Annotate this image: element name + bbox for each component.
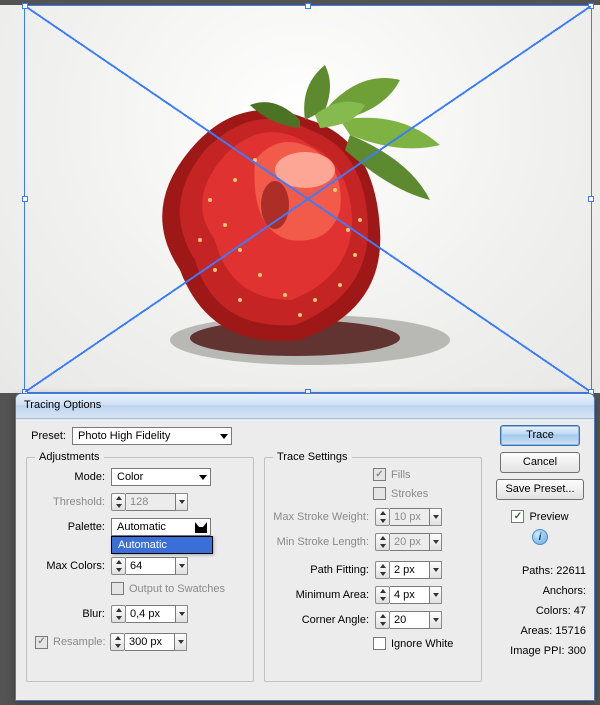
chevron-down-icon	[195, 522, 207, 533]
save-preset-button[interactable]: Save Preset...	[496, 479, 584, 500]
preset-label: Preset:	[26, 430, 66, 442]
max-stroke-weight-label: Max Stroke Weight:	[273, 511, 369, 523]
canvas-area[interactable]	[0, 5, 600, 393]
min-area-value[interactable]: 4 px	[390, 586, 430, 604]
slider-toggle-icon[interactable]	[430, 586, 442, 604]
adjustments-group: Adjustments Mode: Color Threshold: 128	[26, 457, 254, 682]
blur-value[interactable]: 0,4 px	[126, 605, 176, 623]
resample-checkbox	[35, 636, 48, 649]
dialog-titlebar[interactable]: Tracing Options	[16, 394, 594, 419]
output-swatches-checkbox	[111, 582, 124, 595]
path-fitting-spinner[interactable]: 2 px	[375, 561, 442, 579]
slider-toggle-icon[interactable]	[176, 605, 188, 623]
ppi-label: Image PPI:	[510, 645, 564, 657]
threshold-value: 128	[126, 493, 176, 511]
resample-spinner[interactable]: 300 px	[110, 633, 187, 651]
slider-toggle-icon[interactable]	[430, 611, 442, 629]
trace-settings-legend: Trace Settings	[273, 451, 352, 463]
mode-value: Color	[117, 471, 143, 483]
mode-label: Mode:	[35, 471, 105, 483]
preview-checkbox[interactable]	[511, 510, 524, 523]
min-stroke-length-value: 20 px	[390, 533, 430, 551]
corner-angle-label: Corner Angle:	[273, 614, 369, 626]
areas-label: Areas:	[521, 625, 553, 637]
output-swatches-label: Output to Swatches	[129, 583, 225, 595]
resize-handle-tr[interactable]	[588, 3, 594, 9]
tracing-options-dialog: Tracing Options Preset: Photo High Fidel…	[15, 393, 595, 701]
chevron-down-icon	[199, 475, 207, 480]
trace-settings-group: Trace Settings Fills Strokes Max Stroke …	[264, 457, 482, 682]
palette-popup[interactable]: Automatic	[111, 536, 213, 554]
palette-dropdown[interactable]: Automatic	[111, 518, 211, 536]
blur-spinner[interactable]: 0,4 px	[111, 605, 188, 623]
min-stroke-length-label: Min Stroke Length:	[273, 536, 369, 548]
threshold-spinner: 128	[111, 493, 188, 511]
strokes-label: Strokes	[391, 488, 428, 500]
path-fitting-label: Path Fitting:	[273, 564, 369, 576]
dialog-right-column: Trace Cancel Save Preset... Preview i Pa…	[494, 425, 586, 657]
resample-value[interactable]: 300 px	[125, 633, 175, 651]
slider-toggle-icon	[430, 508, 442, 526]
resize-handle-ml[interactable]	[22, 196, 28, 202]
colors-value: 47	[574, 605, 586, 617]
cancel-button[interactable]: Cancel	[500, 452, 580, 473]
colors-label: Colors:	[536, 605, 571, 617]
fills-label: Fills	[391, 469, 411, 481]
resize-handle-mr[interactable]	[588, 196, 594, 202]
ignore-white-label: Ignore White	[391, 638, 453, 650]
adjustments-legend: Adjustments	[35, 451, 104, 463]
fills-checkbox	[373, 468, 386, 481]
preset-dropdown[interactable]: Photo High Fidelity	[72, 427, 232, 445]
corner-angle-value[interactable]: 20	[390, 611, 430, 629]
strokes-checkbox	[373, 487, 386, 500]
palette-label: Palette:	[35, 521, 105, 533]
maxcolors-spinner[interactable]: 64	[111, 557, 188, 575]
slider-toggle-icon	[176, 493, 188, 511]
max-stroke-weight-spinner: 10 px	[375, 508, 442, 526]
selection-bounding-box[interactable]	[24, 5, 592, 393]
stats-panel: Paths: 22611 Anchors: Colors: 47 Areas: …	[494, 565, 586, 657]
preview-label: Preview	[529, 511, 568, 523]
trace-button[interactable]: Trace	[500, 425, 580, 446]
palette-option-automatic[interactable]: Automatic	[112, 537, 212, 553]
preset-value: Photo High Fidelity	[78, 430, 170, 442]
threshold-label: Threshold:	[35, 496, 105, 508]
resample-label: Resample:	[53, 636, 105, 648]
paths-label: Paths:	[522, 565, 553, 577]
min-stroke-length-spinner: 20 px	[375, 533, 442, 551]
max-stroke-weight-value: 10 px	[390, 508, 430, 526]
anchors-label: Anchors:	[543, 585, 586, 597]
corner-angle-spinner[interactable]: 20	[375, 611, 442, 629]
slider-toggle-icon[interactable]	[175, 633, 187, 651]
mode-dropdown[interactable]: Color	[111, 468, 211, 486]
maxcolors-value[interactable]: 64	[126, 557, 176, 575]
ppi-value: 300	[568, 645, 586, 657]
chevron-down-icon	[220, 434, 228, 439]
paths-value: 22611	[556, 565, 586, 577]
resize-handle-tl[interactable]	[22, 3, 28, 9]
blur-label: Blur:	[35, 608, 105, 620]
resize-handle-tc[interactable]	[305, 3, 311, 9]
dialog-title: Tracing Options	[24, 399, 101, 411]
ignore-white-checkbox[interactable]	[373, 637, 386, 650]
slider-toggle-icon[interactable]	[176, 557, 188, 575]
maxcolors-label: Max Colors:	[35, 560, 105, 572]
min-area-spinner[interactable]: 4 px	[375, 586, 442, 604]
slider-toggle-icon[interactable]	[430, 561, 442, 579]
min-area-label: Minimum Area:	[273, 589, 369, 601]
info-icon[interactable]: i	[532, 529, 548, 545]
areas-value: 15716	[555, 625, 586, 637]
palette-value: Automatic	[117, 521, 166, 533]
slider-toggle-icon	[430, 533, 442, 551]
path-fitting-value[interactable]: 2 px	[390, 561, 430, 579]
